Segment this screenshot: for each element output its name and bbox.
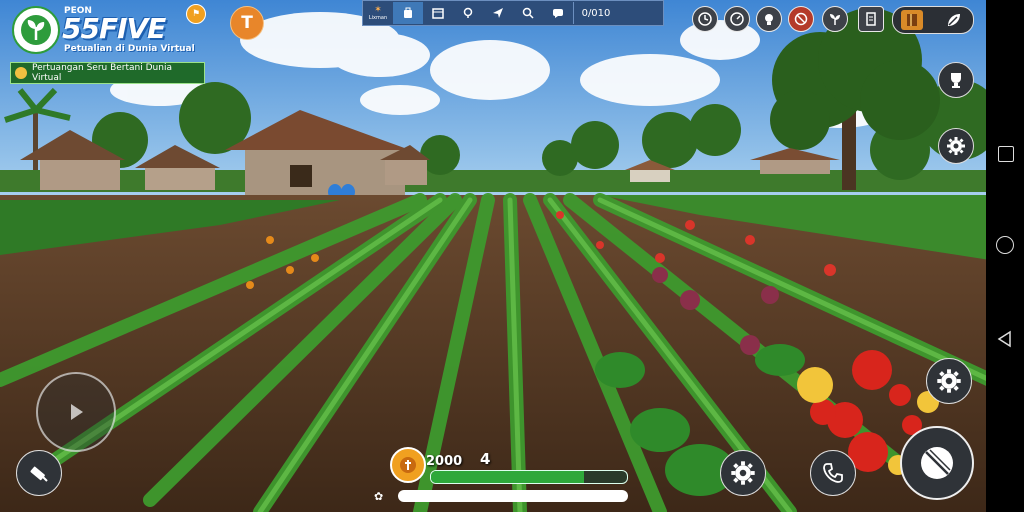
craft-settings-button[interactable] (720, 450, 766, 496)
toolbar-search-button[interactable] (513, 2, 543, 24)
toolbar-counter: 0/010 (573, 2, 618, 24)
main-action-button[interactable] (900, 426, 974, 500)
logo-banner: Pertuangan Seru Bertani Dunia Virtual (10, 62, 205, 84)
tool-action-icon (921, 447, 953, 479)
logo-tagline: Petualian di Dunia Virtual (64, 44, 195, 54)
toolbar-calendar-button[interactable] (423, 2, 453, 24)
toolbar-chat-button[interactable] (543, 2, 573, 24)
document-icon (866, 12, 876, 26)
stamina-bar-fill (398, 490, 628, 502)
no-entry-icon (794, 12, 808, 26)
speed-button[interactable] (724, 6, 750, 32)
system-nav-bar (986, 0, 1024, 512)
fire-icon: ✶ (374, 5, 382, 15)
clock-button[interactable] (692, 6, 718, 32)
banner-leaf-icon (15, 67, 27, 79)
location-icon (463, 7, 473, 18)
calendar-icon (432, 8, 444, 19)
logo-area: PEON 55FIVE Petualian di Dunia Virtual P… (8, 4, 218, 88)
search-icon (522, 7, 534, 19)
bulb-icon (765, 14, 773, 25)
phone-icon (823, 463, 843, 483)
settings-button[interactable] (938, 128, 974, 164)
block-button[interactable] (788, 6, 814, 32)
leaf-icon (948, 14, 960, 26)
paw-icon: ✿ (374, 490, 384, 503)
tips-button[interactable] (756, 6, 782, 32)
toolbar-location-button[interactable] (453, 2, 483, 24)
nature-button[interactable] (943, 10, 965, 30)
back-button[interactable] (996, 330, 1014, 348)
farm-button[interactable] (822, 6, 848, 32)
toolbar-send-button[interactable] (483, 2, 513, 24)
book-icon (907, 14, 917, 26)
coin-badge (390, 447, 426, 483)
settings-gear-icon (947, 137, 965, 155)
clock-icon (698, 12, 712, 26)
virtual-joystick[interactable] (36, 372, 116, 452)
top-toolbar: ✶ Lixman 0/010 (362, 0, 664, 26)
quick-actions-pill (892, 6, 974, 34)
xp-bar-fill (431, 471, 584, 483)
coin-icon (400, 457, 416, 473)
shovel-button[interactable] (16, 450, 62, 496)
bag-icon (404, 7, 412, 18)
speedometer-icon (730, 12, 744, 26)
logo-title: 55FIVE (62, 12, 166, 45)
shovel-icon (30, 466, 48, 482)
home-button[interactable] (996, 236, 1014, 254)
sprout-logo-icon (12, 6, 60, 54)
tool-badge-icon[interactable]: T (230, 6, 264, 40)
settings-gear-icon (731, 461, 755, 485)
banner-text: Pertuangan Seru Bertani Dunia Virtual (31, 63, 172, 83)
send-icon (493, 8, 503, 18)
game-settings-button[interactable] (926, 358, 972, 404)
toolbar-home-button[interactable]: ✶ Lixman (363, 2, 393, 24)
toolbar-bag-button[interactable] (393, 2, 423, 24)
trophy-button[interactable] (938, 62, 974, 98)
medal-icon: ⚑ (186, 4, 206, 24)
trophy-icon (951, 73, 961, 88)
level-number: 4 (480, 450, 491, 468)
document-button[interactable] (858, 6, 884, 32)
recent-apps-button[interactable] (998, 146, 1014, 162)
xp-bar (430, 470, 628, 484)
toolbar-first-label: Lixman (368, 15, 388, 21)
sprout-icon (830, 14, 840, 25)
coin-value: 2000 (426, 454, 463, 469)
stamina-bar (398, 490, 628, 502)
joystick-icon (71, 404, 83, 420)
call-button[interactable] (810, 450, 856, 496)
settings-gear-icon (937, 369, 961, 393)
chat-icon (553, 9, 563, 18)
journal-button[interactable] (901, 10, 923, 30)
